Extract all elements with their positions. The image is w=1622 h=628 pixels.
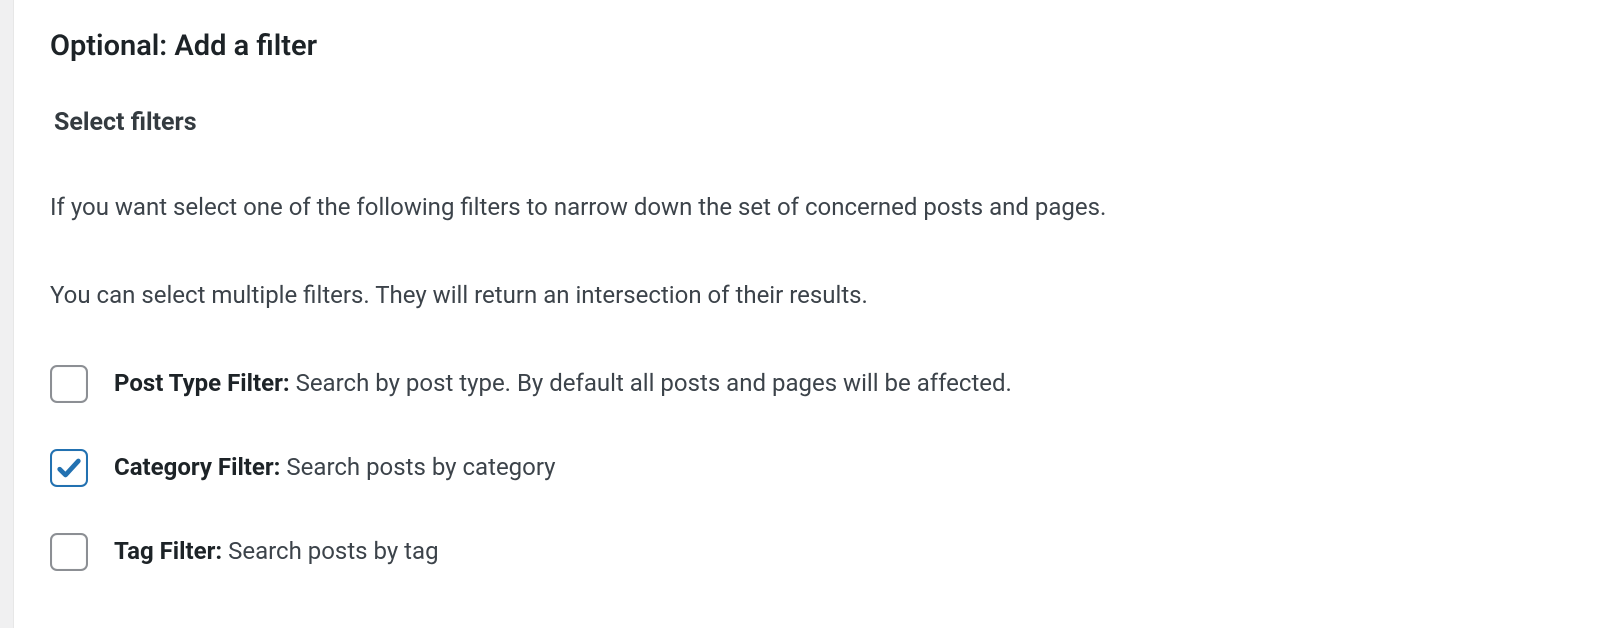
filter-description-1: If you want select one of the following … <box>50 189 1586 225</box>
filter-label-desc: Search posts by category <box>280 453 555 481</box>
tag-filter-checkbox[interactable] <box>50 533 88 571</box>
filter-row-category: Category Filter: Search posts by categor… <box>50 449 1586 487</box>
filter-label-desc: Search posts by tag <box>222 537 438 565</box>
filters-list: Post Type Filter: Search by post type. B… <box>50 365 1586 571</box>
category-filter-checkbox[interactable] <box>50 449 88 487</box>
filter-row-post-type: Post Type Filter: Search by post type. B… <box>50 365 1586 403</box>
filter-row-tag: Tag Filter: Search posts by tag <box>50 533 1586 571</box>
check-icon <box>55 454 83 482</box>
filter-settings-panel: Optional: Add a filter Select filters If… <box>14 0 1622 628</box>
sidebar-gutter <box>0 0 14 628</box>
filter-label-bold: Tag Filter: <box>114 537 222 565</box>
filter-label-bold: Category Filter: <box>114 453 280 481</box>
tag-filter-label[interactable]: Tag Filter: Search posts by tag <box>114 535 439 569</box>
post-type-filter-label[interactable]: Post Type Filter: Search by post type. B… <box>114 367 1012 401</box>
select-filters-heading: Select filters <box>54 108 1586 137</box>
section-title: Optional: Add a filter <box>50 28 1586 66</box>
filter-label-desc: Search by post type. By default all post… <box>290 369 1012 397</box>
post-type-filter-checkbox[interactable] <box>50 365 88 403</box>
filter-description-2: You can select multiple filters. They wi… <box>50 277 1586 313</box>
category-filter-label[interactable]: Category Filter: Search posts by categor… <box>114 451 556 485</box>
filter-label-bold: Post Type Filter: <box>114 369 290 397</box>
